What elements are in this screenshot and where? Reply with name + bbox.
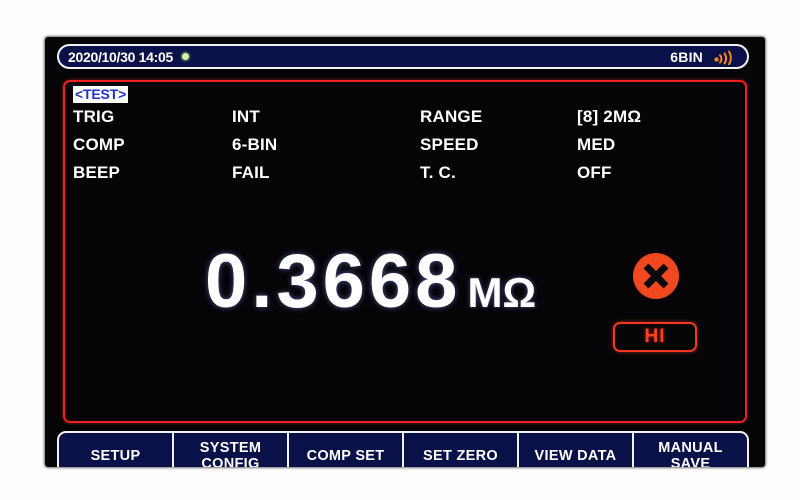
wireless-signal-icon (714, 50, 732, 65)
param-label-range: RANGE (420, 107, 483, 126)
status-bar: 2020/10/30 14:05 6BIN (57, 44, 749, 69)
parameter-row: BEEP FAIL T. C. OFF (73, 163, 741, 191)
instrument-photo: 2020/10/30 14:05 6BIN <TEST> TRIG INT RA… (0, 0, 800, 500)
measurement-frame: <TEST> TRIG INT RANGE [8] 2MΩ COMP 6-BIN… (63, 80, 747, 423)
parameter-row: COMP 6-BIN SPEED MED (73, 135, 741, 163)
datetime-label: 2020/10/30 14:05 (68, 48, 173, 65)
param-value-tc[interactable]: OFF (577, 163, 612, 183)
primary-reading: 0.3668 MΩ (205, 242, 536, 333)
param-label-beep: BEEP (73, 163, 121, 182)
bin-mode-label: 6BIN (670, 48, 703, 65)
bin-result-label: HI (644, 326, 666, 347)
parameter-grid: TRIG INT RANGE [8] 2MΩ COMP 6-BIN SPEED … (73, 107, 741, 191)
softkey-system-config[interactable]: SYSTEM CONFIG (174, 433, 289, 467)
softkey-comp-set[interactable]: COMP SET (289, 433, 404, 467)
reading-unit: MΩ (467, 269, 537, 316)
reading-value: 0.3668 (205, 239, 462, 324)
softkey-view-data[interactable]: VIEW DATA (519, 433, 634, 467)
param-value-speed[interactable]: MED (577, 135, 615, 155)
softkey-manual-save[interactable]: MANUAL SAVE (634, 433, 747, 467)
status-bar-left: 2020/10/30 14:05 (68, 49, 189, 65)
param-label-trig: TRIG (73, 107, 115, 126)
param-label-speed: SPEED (420, 135, 479, 154)
param-value-range[interactable]: [8] 2MΩ (577, 107, 641, 127)
param-value-beep[interactable]: FAIL (232, 163, 270, 183)
softkey-bar: SETUP SYSTEM CONFIG COMP SET SET ZERO VI… (57, 431, 749, 467)
param-value-trig[interactable]: INT (232, 107, 260, 127)
softkey-set-zero[interactable]: SET ZERO (404, 433, 519, 467)
param-label-comp: COMP (73, 135, 125, 154)
reading-area: 0.3668 MΩ HI (65, 242, 749, 352)
fail-cross-icon (633, 253, 679, 299)
status-bar-right: 6BIN (670, 49, 735, 65)
param-label-tc: T. C. (420, 163, 456, 182)
param-value-comp[interactable]: 6-BIN (232, 135, 277, 155)
softkey-setup[interactable]: SETUP (59, 433, 174, 467)
parameter-row: TRIG INT RANGE [8] 2MΩ (73, 107, 741, 135)
recording-dot-icon (181, 53, 189, 60)
test-section-tag: <TEST> (73, 86, 128, 103)
bin-result-badge: HI (613, 322, 697, 352)
lcd-screen: 2020/10/30 14:05 6BIN <TEST> TRIG INT RA… (45, 37, 765, 467)
